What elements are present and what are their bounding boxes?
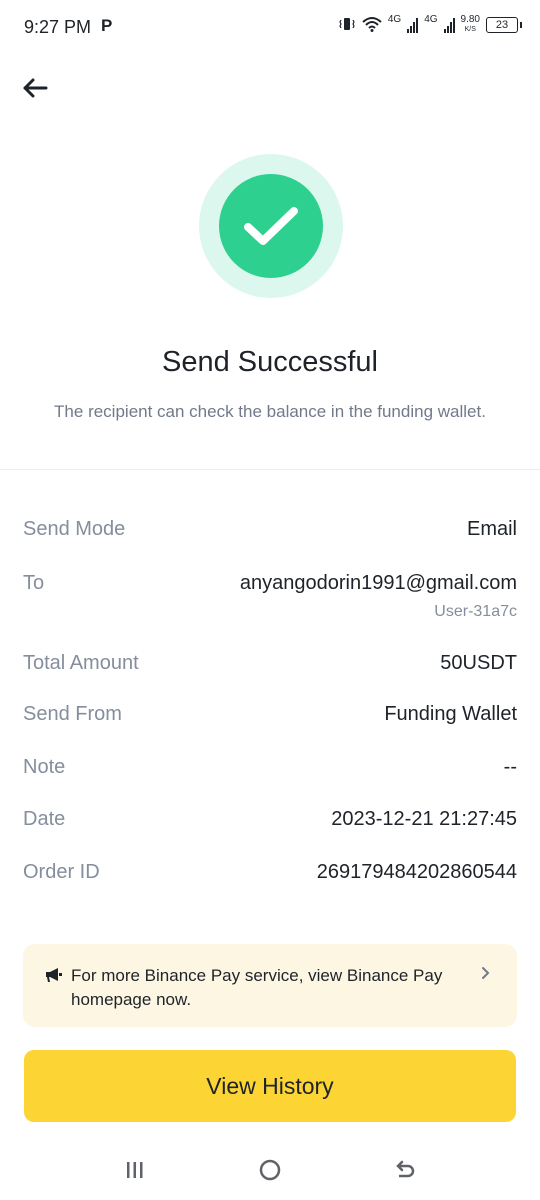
arrow-left-icon — [23, 78, 48, 98]
home-button[interactable] — [250, 1150, 290, 1190]
signal-icon-2 — [443, 17, 455, 33]
battery-icon: 23 — [486, 17, 522, 33]
wifi-icon — [362, 16, 382, 35]
system-nav-bar — [0, 1140, 540, 1200]
back-button[interactable] — [20, 74, 50, 102]
system-back-button[interactable] — [385, 1150, 425, 1190]
status-bar: 9:27 PM P 4G 4G 9.80 K/S 23 — [0, 0, 540, 56]
home-icon — [259, 1159, 281, 1181]
detail-row-to: To anyangodorin1991@gmail.com — [23, 572, 517, 595]
detail-row-date: Date 2023-12-21 21:27:45 — [23, 808, 517, 831]
to-label: To — [23, 572, 45, 594]
to-user-id: User-31a7c — [434, 603, 517, 620]
result-title: Send Successful — [161, 346, 378, 378]
network-speed-value: 9.80 — [460, 14, 480, 25]
status-icons: 4G 4G 9.80 K/S 23 — [338, 14, 522, 35]
result-subtitle: The recipient can check the balance in t… — [54, 402, 486, 421]
order-id-label: Order ID — [23, 861, 100, 883]
to-value: anyangodorin1991@gmail.com — [239, 572, 517, 594]
check-circle-icon — [219, 174, 323, 278]
date-label: Date — [23, 808, 66, 830]
success-icon-halo — [199, 154, 343, 298]
network-speed: 9.80 K/S — [461, 15, 480, 35]
send-mode-value: Email — [466, 518, 517, 540]
detail-row-note: Note -- — [23, 756, 517, 779]
order-id-value: 269179484202860544 — [316, 861, 517, 883]
recents-icon — [127, 1162, 143, 1178]
note-label: Note — [23, 756, 66, 778]
status-p-indicator: P — [101, 16, 113, 35]
note-value: -- — [503, 756, 517, 778]
chevron-right-icon — [481, 966, 491, 985]
send-from-label: Send From — [23, 703, 122, 725]
banner-text: For more Binance Pay service, view Binan… — [71, 966, 443, 1009]
vibrate-icon — [338, 16, 356, 35]
binance-pay-banner[interactable]: For more Binance Pay service, view Binan… — [23, 944, 517, 1027]
signal-icon-1 — [407, 17, 419, 33]
detail-row-total-amount: Total Amount 50USDT — [23, 652, 517, 675]
total-amount-label: Total Amount — [23, 652, 139, 674]
date-value: 2023-12-21 21:27:45 — [331, 808, 517, 830]
recents-button[interactable] — [115, 1150, 155, 1190]
detail-row-order-id: Order ID 269179484202860544 — [23, 861, 517, 884]
send-mode-label: Send Mode — [23, 518, 126, 540]
network-type-2: 4G — [424, 14, 438, 25]
back-icon — [396, 1160, 415, 1178]
status-time: 9:27 PM — [24, 17, 92, 37]
detail-row-send-from: Send From Funding Wallet — [23, 703, 517, 726]
view-history-button[interactable]: View History — [24, 1050, 516, 1122]
network-type-1: 4G — [387, 14, 402, 25]
send-from-value: Funding Wallet — [384, 703, 517, 725]
divider — [0, 469, 540, 470]
megaphone-icon — [45, 966, 63, 989]
network-speed-unit: K/S — [464, 26, 476, 33]
detail-row-send-mode: Send Mode Email — [23, 518, 517, 541]
total-amount-value: 50USDT — [440, 652, 517, 674]
